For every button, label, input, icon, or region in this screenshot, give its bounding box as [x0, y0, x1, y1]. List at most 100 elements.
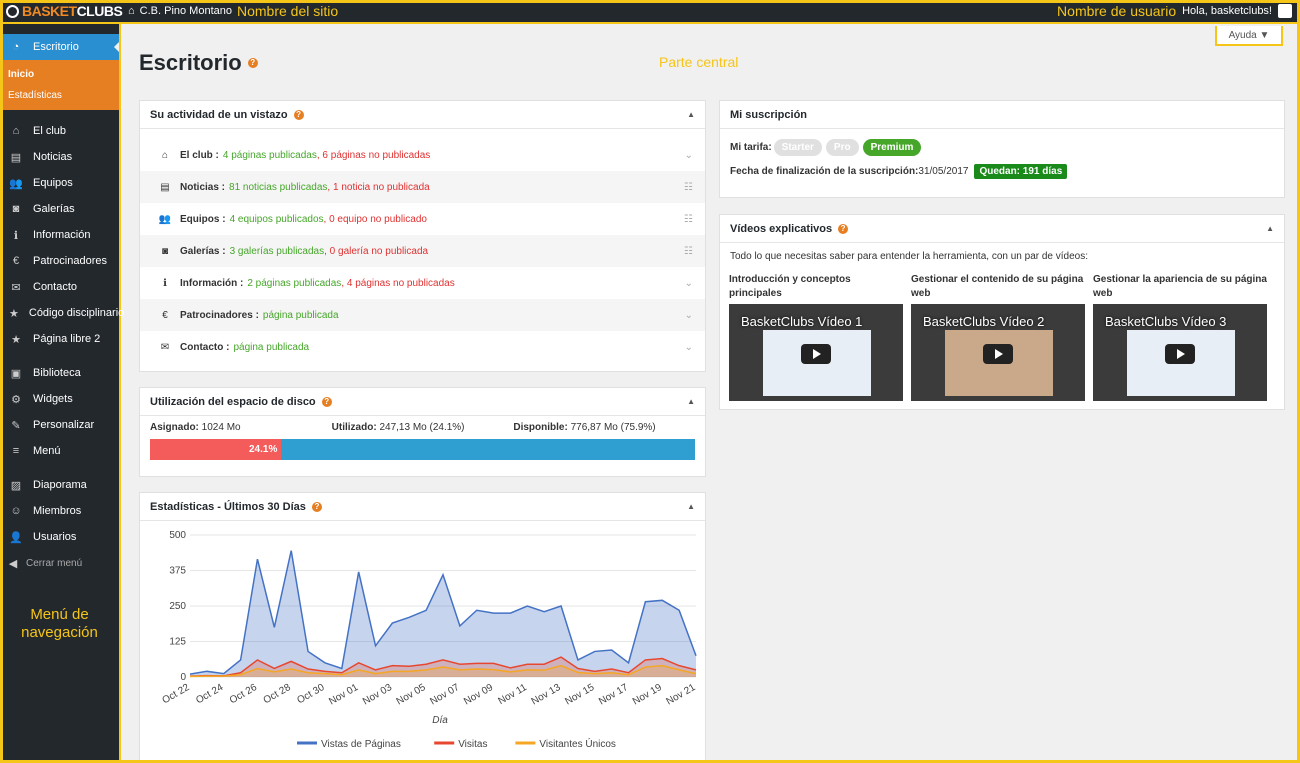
x-tick-label: Oct 22	[160, 682, 191, 706]
newspaper-icon: ▤	[160, 181, 170, 193]
video-1[interactable]: Introducción y conceptos principales Bas…	[729, 273, 903, 401]
videos-box-header[interactable]: Vídeos explicativos? ▲	[720, 215, 1284, 243]
euro-icon: €	[12, 255, 20, 267]
x-tick-label: Nov 17	[597, 682, 630, 708]
disk-labels: Asignado: 1024 Mo Utilizado: 247,13 Mo (…	[150, 422, 656, 433]
user-annotation: Nombre de usuario	[1057, 3, 1177, 19]
video-thumbnail[interactable]: BasketClubs Vídeo 3	[1093, 304, 1267, 401]
help-icon[interactable]: ?	[293, 109, 304, 120]
submenu-item-estadisticas[interactable]: Estadísticas	[8, 85, 119, 106]
video-thumbnail[interactable]: BasketClubs Vídeo 1	[729, 304, 903, 401]
video-thumbnail[interactable]: BasketClubs Vídeo 2	[911, 304, 1085, 401]
sidebar-item-patrocinadores[interactable]: € Patrocinadores	[0, 248, 119, 274]
video-2[interactable]: Gestionar el contenido de su página web …	[911, 273, 1085, 401]
sidebar-item-usuarios[interactable]: 👤 Usuarios	[0, 524, 119, 550]
x-tick-label: Oct 28	[262, 682, 293, 706]
sidebar-item-diaporama[interactable]: ▨ Diaporama	[0, 472, 119, 498]
y-tick-label: 125	[169, 637, 186, 648]
collapse-icon: ◀	[8, 557, 18, 570]
site-annotation: Nombre del sitio	[237, 3, 339, 19]
activity-row-informacion[interactable]: ℹ Información :2 páginas publicadas, 4 pá…	[140, 267, 705, 299]
sidebar-annotation: Menú de navegación	[21, 606, 98, 641]
chevron-down-icon[interactable]: ⌄	[685, 150, 693, 161]
sidebar-item-contacto[interactable]: ✉ Contacto	[0, 274, 119, 300]
list-icon[interactable]: ☷	[684, 214, 693, 225]
stats-box-header[interactable]: Estadísticas - Últimos 30 Días? ▲	[140, 493, 705, 521]
plan-pro[interactable]: Pro	[825, 139, 859, 156]
y-tick-label: 250	[169, 601, 186, 612]
help-icon[interactable]: ?	[838, 223, 849, 234]
user-menu[interactable]: Nombre de usuario Hola, basketclubs!	[1057, 3, 1300, 19]
x-tick-label: Nov 21	[665, 682, 698, 708]
sidebar-item-equipos[interactable]: 👥 Equipos	[0, 170, 119, 196]
help-icon[interactable]: ?	[247, 58, 258, 68]
x-tick-label: Nov 05	[395, 682, 428, 708]
chevron-down-icon[interactable]: ⌄	[685, 310, 693, 321]
activity-row-patrocinadores[interactable]: € Patrocinadores : página publicada ⌄	[140, 299, 705, 331]
sidebar-item-personalizar[interactable]: ✎ Personalizar	[0, 412, 119, 438]
collapse-menu-button[interactable]: ◀ Cerrar menú	[0, 550, 119, 576]
disk-progress-fill: 24.1%	[150, 439, 282, 460]
help-button[interactable]: Ayuda ▼	[1215, 26, 1283, 46]
sidebar-item-el-club[interactable]: ⌂ El club	[0, 118, 119, 144]
smile-icon: ☺	[10, 505, 22, 517]
main-content: Ayuda ▼ Escritorio ? Parte central Su ac…	[123, 26, 1297, 763]
activity-row-noticias[interactable]: ▤ Noticias :81 noticias publicadas, 1 not…	[140, 171, 705, 203]
user-greeting: Hola, basketclubs!	[1182, 5, 1272, 17]
logo[interactable]: BASKETCLUBS	[0, 3, 128, 19]
sidebar-item-pagina-libre-2[interactable]: ★ Página libre 2	[0, 326, 119, 352]
users-icon: 👥	[9, 177, 23, 190]
play-icon[interactable]	[983, 344, 1013, 364]
sidebar-item-menu[interactable]: ≡ Menú	[0, 438, 119, 464]
envelope-icon: ✉	[11, 281, 21, 294]
series-area	[190, 550, 696, 677]
user-icon: 👤	[9, 531, 23, 544]
legend-label: Visitantes Únicos	[539, 737, 616, 750]
disk-box-header[interactable]: Utilización del espacio de disco? ▲	[140, 388, 705, 416]
x-axis-label: Día	[432, 715, 448, 726]
plan-premium[interactable]: Premium	[862, 139, 922, 156]
magic-wand-icon: ✎	[11, 419, 21, 432]
collapse-arrow-icon[interactable]: ▲	[1266, 224, 1274, 233]
play-icon[interactable]	[801, 344, 831, 364]
collapse-arrow-icon[interactable]: ▲	[687, 110, 695, 119]
admin-bar: BASKETCLUBS ⌂ C.B. Pino Montano Nombre d…	[0, 0, 1300, 24]
chevron-down-icon[interactable]: ⌄	[685, 278, 693, 289]
list-icon[interactable]: ☷	[684, 182, 693, 193]
activity-box-header[interactable]: Su actividad de un vistazo? ▲	[140, 101, 705, 129]
sidebar-item-miembros[interactable]: ☺ Miembros	[0, 498, 119, 524]
x-tick-label: Oct 24	[194, 682, 225, 706]
video-3[interactable]: Gestionar la apariencia de su página web…	[1093, 273, 1267, 401]
sidebar-item-informacion[interactable]: ℹ Información	[0, 222, 119, 248]
sidebar-item-galerias[interactable]: ◙ Galerías	[0, 196, 119, 222]
legend-label: Visitas	[458, 739, 487, 750]
stats-box: Estadísticas - Últimos 30 Días? ▲ 0 125 25…	[139, 492, 706, 763]
activity-box: Su actividad de un vistazo? ▲ ⌂ El club :…	[139, 100, 706, 372]
play-icon[interactable]	[1165, 344, 1195, 364]
help-icon[interactable]: ?	[321, 396, 332, 407]
sidebar-item-noticias[interactable]: ▤ Noticias	[0, 144, 119, 170]
activity-row-equipos[interactable]: 👥 Equipos :4 equipos publicados, 0 equipo…	[140, 203, 705, 235]
x-tick-label: Oct 26	[228, 682, 259, 706]
envelope-icon: ✉	[160, 341, 170, 353]
plan-starter[interactable]: Starter	[773, 139, 822, 156]
bars-icon: ≡	[12, 445, 20, 457]
x-tick-label: Nov 03	[361, 682, 394, 708]
sidebar-item-escritorio[interactable]: ◔ Escritorio	[0, 34, 119, 60]
collapse-arrow-icon[interactable]: ▲	[687, 502, 695, 511]
activity-row-galerias[interactable]: ◙ Galerías :3 galerías publicadas, 0 gale…	[140, 235, 705, 267]
remaining-days-badge: Quedan: 191 días	[974, 164, 1068, 179]
site-link[interactable]: ⌂ C.B. Pino Montano Nombre del sitio	[128, 3, 338, 19]
sidebar-item-widgets[interactable]: ⚙ Widgets	[0, 386, 119, 412]
euro-icon: €	[162, 309, 168, 321]
collapse-arrow-icon[interactable]: ▲	[687, 397, 695, 406]
help-icon[interactable]: ?	[311, 501, 322, 512]
list-icon[interactable]: ☷	[684, 246, 693, 257]
activity-row-el-club[interactable]: ⌂ El club :4 páginas publicadas, 6 página…	[140, 139, 705, 171]
chevron-down-icon[interactable]: ⌄	[685, 342, 693, 353]
sidebar-item-codigo-disciplinario[interactable]: ★ Código disciplinario	[0, 300, 124, 326]
info-icon: ℹ	[163, 277, 167, 289]
activity-row-contacto[interactable]: ✉ Contacto : página publicada ⌄	[140, 331, 705, 363]
submenu-item-inicio[interactable]: Inicio	[8, 64, 119, 85]
sidebar-item-biblioteca[interactable]: ▣ Biblioteca	[0, 360, 119, 386]
